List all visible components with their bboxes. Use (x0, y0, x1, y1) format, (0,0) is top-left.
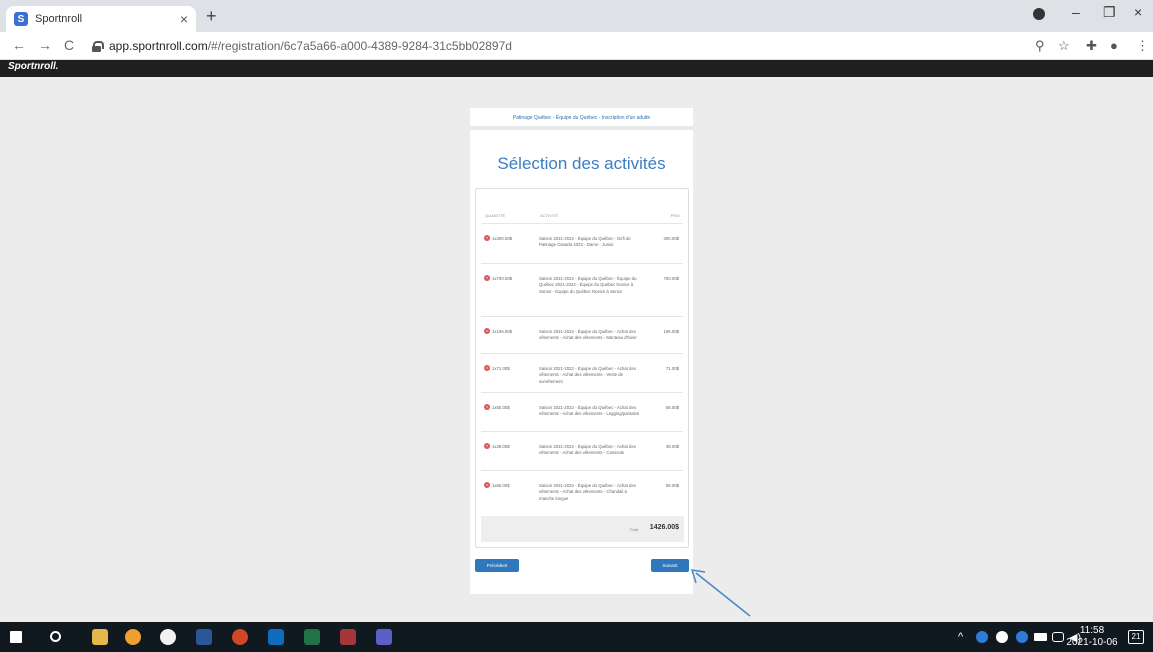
item-price: 39.00$ (665, 444, 679, 449)
item-activity: Saison 2021-2022 - Équipe du Québec - Éq… (539, 276, 637, 294)
remove-item-icon[interactable]: × (484, 235, 490, 241)
tab-close-icon[interactable]: × (180, 11, 188, 27)
powerpoint-icon[interactable] (232, 629, 248, 645)
previous-button[interactable]: Précédent (475, 559, 519, 572)
tab-title: Sportnroll (35, 13, 83, 25)
item-quantity: 1x196.00$ (492, 329, 513, 334)
browser-tab-strip: S Sportnroll × + – ❐ × (0, 0, 1153, 32)
url-path: /#/registration/6c7a5a66-a000-4389-9284-… (207, 39, 512, 53)
minimize-button[interactable]: – (1072, 4, 1080, 20)
item-price: 55.00$ (665, 405, 679, 410)
item-price: 700.00$ (663, 276, 679, 281)
browser-tab[interactable]: S Sportnroll × (6, 6, 196, 32)
item-price: 65.00$ (665, 483, 679, 488)
item-quantity: 1x300.00$ (492, 236, 513, 241)
app-header: Sportnroll. (0, 60, 1153, 77)
maximize-button[interactable]: ❐ (1103, 4, 1116, 21)
forward-button[interactable]: → (38, 37, 52, 53)
remove-item-icon[interactable]: × (484, 482, 490, 488)
new-tab-button[interactable]: + (206, 6, 217, 27)
item-activity: Saison 2021-2022 - Équipe du Québec - Ac… (539, 444, 636, 456)
breadcrumb: Patinage Québec - Équipe du Québec - Ins… (470, 108, 693, 130)
next-button[interactable]: Suivant (651, 559, 689, 572)
table-row: × 1x39.00$ Saison 2021-2022 - Équipe du … (481, 431, 683, 470)
column-activity: ACTIVITÉ (540, 213, 559, 218)
item-activity: Saison 2021-2022 - Équipe du Québec - Dé… (539, 236, 631, 248)
word-icon[interactable] (196, 629, 212, 645)
windows-taskbar: ^ ◀) 11:58 2021-10-06 21 (0, 622, 1153, 652)
address-bar[interactable]: app.sportnroll.com /#/registration/6c7a5… (92, 36, 1012, 56)
windows-start-icon[interactable] (10, 631, 22, 643)
table-row: × 1x196.00$ Saison 2021-2022 - Équipe du… (481, 316, 683, 353)
item-price: 196.00$ (663, 329, 679, 334)
table-row: × 1x300.00$ Saison 2021-2022 - Équipe du… (481, 223, 683, 263)
bookmark-star-icon[interactable]: ☆ (1058, 38, 1070, 54)
arrow-head (690, 569, 706, 584)
item-activity: Saison 2021-2022 - Équipe du Québec - Ac… (539, 329, 637, 341)
search-icon[interactable] (50, 631, 61, 642)
tray-messenger-icon[interactable] (1016, 631, 1028, 643)
file-explorer-icon[interactable] (92, 629, 108, 645)
clock-date: 2021-10-06 (1066, 637, 1118, 648)
total-label: Total (629, 527, 638, 532)
reload-button[interactable]: C (64, 37, 74, 53)
item-activity: Saison 2021-2022 - Équipe du Québec - Ac… (539, 405, 640, 417)
total-value: 1426.00$ (649, 524, 679, 531)
item-quantity: 1x65.00$ (492, 483, 510, 488)
close-window-button[interactable]: × (1134, 4, 1142, 20)
registration-card: Patinage Québec - Équipe du Québec - Ins… (470, 108, 693, 594)
remove-item-icon[interactable]: × (484, 404, 490, 410)
column-quantity: QUANTITÉ (485, 213, 506, 218)
sportnroll-logo[interactable]: Sportnroll. (8, 61, 59, 72)
lock-icon (92, 40, 104, 52)
table-header: QUANTITÉ ACTIVITÉ PRIX (476, 213, 688, 223)
battery-icon[interactable] (1034, 633, 1047, 641)
table-row: × 1x71.00$ Saison 2021-2022 - Équipe du … (481, 353, 683, 392)
url-host: app.sportnroll.com (109, 39, 208, 53)
teams-icon[interactable] (376, 629, 392, 645)
clock-time: 11:58 (1079, 625, 1105, 636)
column-price: PRIX (670, 213, 680, 218)
item-activity: Saison 2021-2022 - Équipe du Québec - Ac… (539, 366, 636, 384)
profile-avatar-icon[interactable]: ● (1110, 38, 1118, 53)
item-price: 71.00$ (665, 366, 679, 371)
sportnroll-favicon-icon: S (14, 12, 28, 26)
chrome-icon[interactable] (125, 629, 141, 645)
arrow-shaft (695, 572, 751, 617)
remove-item-icon[interactable]: × (484, 328, 490, 334)
back-button[interactable]: ← (12, 37, 26, 53)
item-quantity: 1x55.00$ (492, 405, 510, 410)
tray-app-icon[interactable] (976, 631, 988, 643)
remove-item-icon[interactable]: × (484, 275, 490, 281)
extensions-puzzle-icon[interactable]: ✚ (1086, 38, 1097, 54)
item-quantity: 1x700.00$ (492, 276, 513, 281)
system-clock[interactable]: 11:58 2021-10-06 (1062, 625, 1122, 649)
item-price: 300.00$ (663, 236, 679, 241)
total-summary: Total 1426.00$ (481, 516, 684, 542)
access-icon[interactable] (340, 629, 356, 645)
browser-menu-icon[interactable]: ⋮ (1136, 38, 1149, 54)
page-title: Sélection des activités (497, 154, 666, 173)
tray-sync-icon[interactable] (996, 631, 1008, 643)
activities-table: QUANTITÉ ACTIVITÉ PRIX × 1x300.00$ Saiso… (475, 188, 689, 548)
notification-center-icon[interactable]: 21 (1128, 630, 1144, 644)
remove-item-icon[interactable]: × (484, 443, 490, 449)
browser-toolbar: ← → C app.sportnroll.com /#/registration… (0, 32, 1153, 60)
excel-icon[interactable] (304, 629, 320, 645)
table-row: × 1x65.00$ Saison 2021-2022 - Équipe du … (481, 470, 683, 510)
extension-icon[interactable] (1033, 8, 1045, 20)
table-row: × 1x700.00$ Saison 2021-2022 - Équipe du… (481, 263, 683, 316)
outlook-icon[interactable] (268, 629, 284, 645)
item-quantity: 1x39.00$ (492, 444, 510, 449)
item-activity: Saison 2021-2022 - Équipe du Québec - Ac… (539, 483, 636, 501)
tray-chevron-icon[interactable]: ^ (958, 631, 963, 643)
item-quantity: 1x71.00$ (492, 366, 510, 371)
zoom-icon[interactable]: ⚲ (1035, 38, 1045, 54)
table-row: × 1x55.00$ Saison 2021-2022 - Équipe du … (481, 392, 683, 431)
app-circle-icon[interactable] (160, 629, 176, 645)
remove-item-icon[interactable]: × (484, 365, 490, 371)
